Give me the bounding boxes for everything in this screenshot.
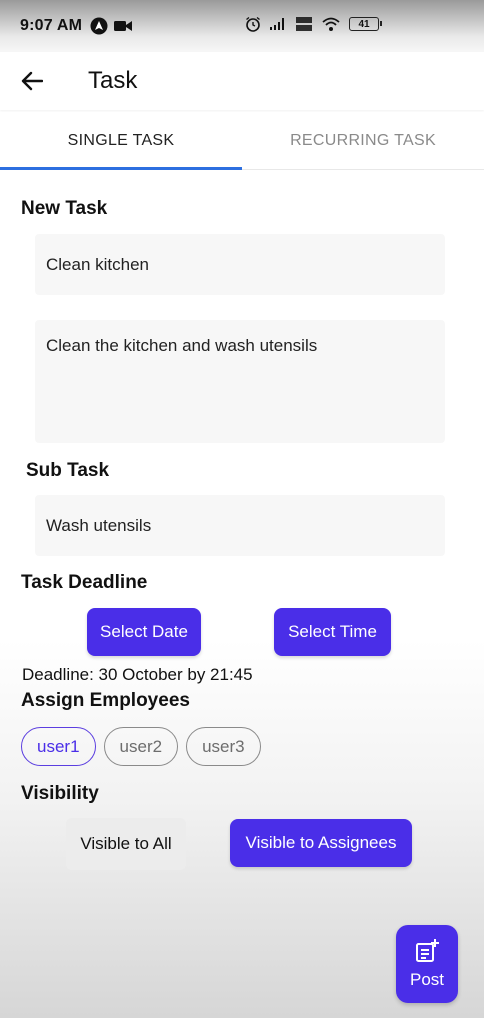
employee-chip-user2[interactable]: user2	[103, 727, 179, 766]
navigation-app-icon	[90, 17, 108, 35]
back-button[interactable]	[2, 52, 62, 110]
task-description-value: Clean the kitchen and wash utensils	[46, 336, 318, 355]
employee-chip-user1[interactable]: user1	[21, 727, 96, 766]
status-time: 9:07 AM	[20, 17, 83, 34]
status-bar: 9:07 AM 41	[0, 0, 484, 52]
task-title-value: Clean kitchen	[46, 254, 150, 274]
employee-chip-user3[interactable]: user3	[186, 727, 261, 766]
task-tabs: SINGLE TASK RECURRING TASK	[0, 112, 484, 170]
assign-employees-label: Assign Employees	[21, 690, 190, 711]
tab-recurring-task[interactable]: RECURRING TASK	[242, 112, 484, 169]
status-right-icons: 41	[245, 16, 382, 32]
video-camera-icon	[114, 21, 133, 31]
deadline-text: Deadline: 30 October by 21:45	[22, 665, 253, 684]
page-title: Task	[88, 67, 138, 94]
tab-single-task[interactable]: SINGLE TASK	[0, 112, 242, 170]
select-time-button[interactable]: Select Time	[274, 608, 391, 656]
sub-task-label: Sub Task	[26, 460, 110, 481]
vowifi-icon	[296, 17, 312, 31]
task-deadline-label: Task Deadline	[21, 572, 148, 593]
post-button-label: Post	[409, 970, 445, 989]
battery-level: 41	[358, 18, 370, 30]
post-button[interactable]: Post	[396, 925, 458, 1003]
wifi-icon	[322, 17, 340, 31]
task-title-field[interactable]: Clean kitchen	[35, 234, 445, 295]
post-add-icon	[416, 939, 439, 962]
status-left-icons	[90, 17, 133, 35]
app-bar: Task	[0, 52, 484, 110]
sub-task-field[interactable]: Wash utensils	[35, 495, 445, 556]
sub-task-value: Wash utensils	[46, 515, 152, 535]
visible-to-all-button[interactable]: Visible to All	[66, 818, 186, 870]
battery-icon: 41	[349, 17, 382, 31]
new-task-label: New Task	[21, 198, 108, 219]
signal-icon	[270, 18, 284, 30]
arrow-back-icon	[21, 71, 43, 91]
employee-chips: user1 user2 user3	[21, 727, 261, 766]
alarm-icon	[246, 16, 260, 32]
visibility-label: Visibility	[21, 783, 99, 804]
task-description-field[interactable]: Clean the kitchen and wash utensils	[35, 320, 445, 443]
visible-to-assignees-button[interactable]: Visible to Assignees	[230, 819, 412, 867]
select-date-button[interactable]: Select Date	[87, 608, 201, 656]
